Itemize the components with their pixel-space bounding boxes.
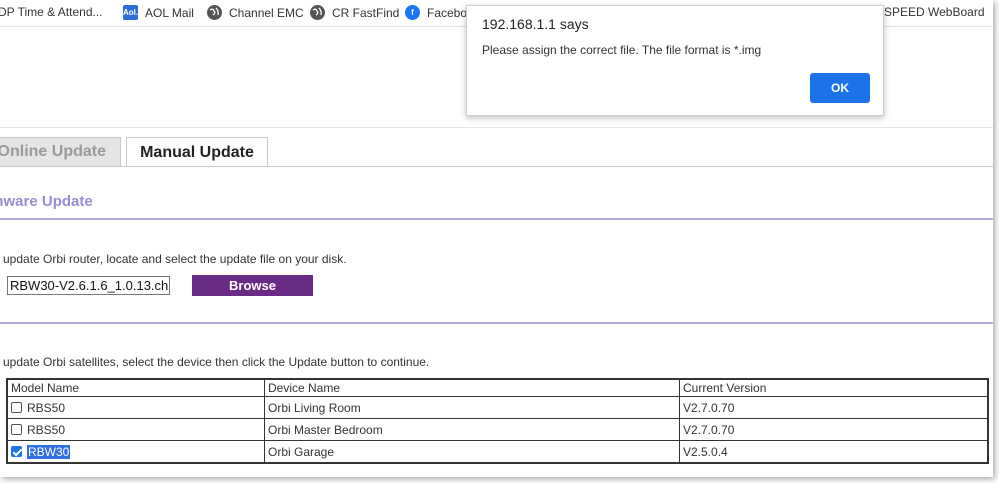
select-checkbox[interactable] [11, 401, 22, 413]
device-name: Orbi Living Room [264, 396, 680, 419]
table-row: RBS50 Orbi Master Bedroom V2.7.0.70 [6, 418, 989, 441]
tab-manual-update[interactable]: Manual Update [126, 137, 268, 167]
device-name: Orbi Master Bedroom [264, 418, 680, 441]
select-checkbox[interactable] [11, 423, 22, 435]
header-device-name: Device Name [264, 378, 680, 397]
model-cell: RBS50 [6, 396, 265, 419]
model-name: RBW30 [27, 444, 71, 459]
bookmark-label: CR FastFind [332, 5, 400, 20]
bookmark-label: DP Time & Attend... [0, 5, 103, 19]
firmware-file-input[interactable]: RBW30-V2.6.1.6_1.0.13.chk [7, 276, 170, 295]
ok-button[interactable]: OK [810, 73, 870, 103]
satellite-description: To update Orbi satellites, select the de… [0, 355, 430, 369]
dialog-title: 192.168.1.1 says [482, 16, 589, 32]
section-divider-2 [0, 322, 993, 324]
current-version: V2.7.0.70 [679, 418, 989, 441]
select-checkbox[interactable] [11, 445, 22, 457]
current-version: V2.5.0.4 [679, 440, 989, 464]
aol-icon: Aol. [123, 5, 138, 20]
header-model-name: Model Name [6, 378, 265, 397]
facebook-icon: f [405, 5, 420, 20]
bookmark-speed-webboard[interactable]: SPEED WebBoard [884, 5, 985, 19]
header-current-version: Current Version [679, 378, 989, 397]
bookmark-label: AOL Mail [145, 5, 194, 20]
bookmark-aol-mail[interactable]: Aol. AOL Mail [123, 5, 194, 20]
section-divider [0, 218, 993, 220]
model-name: RBS50 [27, 422, 66, 437]
header-divider [0, 127, 993, 128]
bookmark-dp-time[interactable]: DP Time & Attend... [0, 5, 103, 19]
tab-online-update[interactable]: Online Update [0, 137, 121, 166]
router-description: To update Orbi router, locate and select… [0, 252, 347, 266]
browse-button[interactable]: Browse [192, 275, 313, 296]
table-row: RBS50 Orbi Living Room V2.7.0.70 [6, 396, 989, 419]
dialog-message: Please assign the correct file. The file… [482, 43, 762, 57]
tab-underline [0, 166, 993, 167]
device-name: Orbi Garage [264, 440, 680, 464]
bookmark-label: SPEED WebBoard [884, 5, 985, 19]
model-cell: RBW30 [6, 440, 265, 464]
model-cell: RBS50 [6, 418, 265, 441]
bookmark-label: Channel EMC [229, 5, 304, 20]
tab-label: Online Update [0, 143, 106, 160]
table-header-row: Model Name Device Name Current Version [6, 378, 989, 397]
section-title: Firmware Update [0, 193, 93, 210]
bookmark-cr-fastfind[interactable]: CR FastFind [310, 5, 399, 20]
bookmark-channel-emc[interactable]: Channel EMC [207, 5, 304, 20]
globe-icon [310, 5, 325, 20]
bookmark-facebook[interactable]: f Faceboo [405, 5, 474, 20]
browser-window: DP Time & Attend... Aol. AOL Mail Channe… [0, 0, 993, 477]
alert-dialog: 192.168.1.1 says Please assign the corre… [466, 5, 884, 116]
globe-icon [207, 5, 222, 20]
current-version: V2.7.0.70 [679, 396, 989, 419]
model-name: RBS50 [27, 400, 66, 415]
satellite-table: Model Name Device Name Current Version R… [6, 378, 989, 464]
tab-label: Manual Update [140, 143, 254, 161]
table-row: RBW30 Orbi Garage V2.5.0.4 [6, 440, 989, 464]
